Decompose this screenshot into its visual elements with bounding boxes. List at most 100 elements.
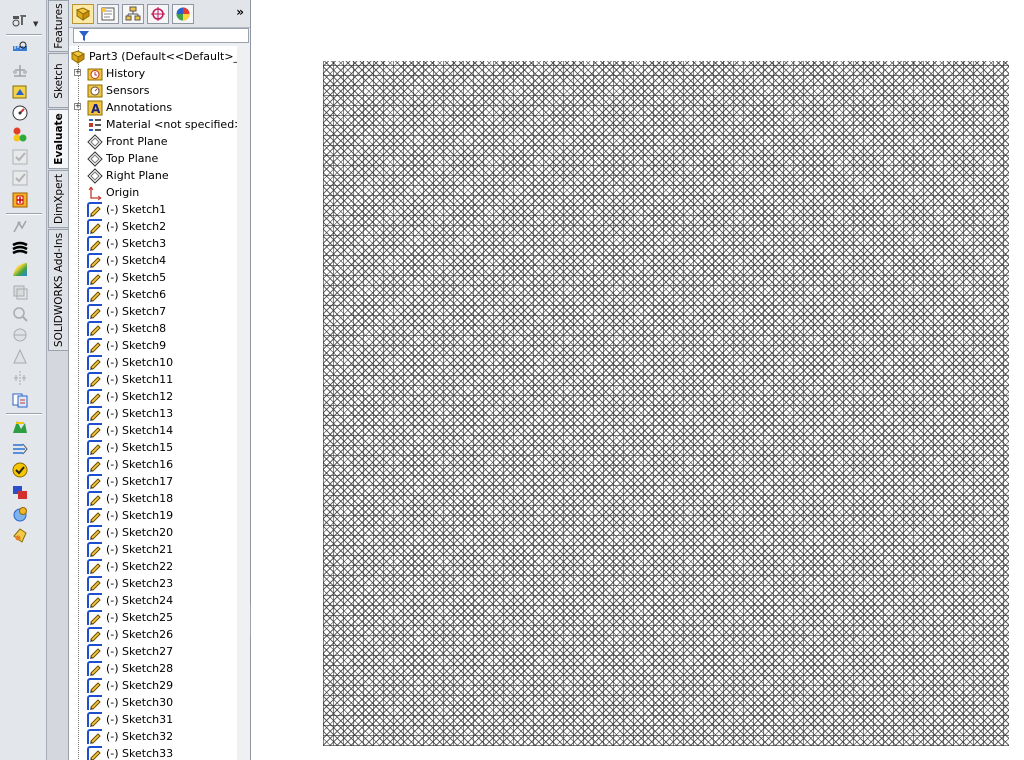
- check-icon[interactable]: [11, 169, 29, 187]
- svg-text:A: A: [91, 102, 101, 116]
- tree-item-sketch[interactable]: (-) Sketch13: [87, 405, 237, 422]
- history-icon: [87, 66, 103, 82]
- feature-manager-icon[interactable]: [72, 4, 94, 24]
- tree-item-sketch[interactable]: (-) Sketch27: [87, 643, 237, 660]
- tree-item-label: (-) Sketch9: [106, 339, 167, 352]
- tree-item-sketch[interactable]: (-) Sketch4: [87, 252, 237, 269]
- sketch-icon: [87, 660, 103, 677]
- tree-item-sketch[interactable]: (-) Sketch17: [87, 473, 237, 490]
- thickness-analysis-icon[interactable]: [11, 348, 29, 366]
- tree-item-sketch[interactable]: (-) Sketch32: [87, 728, 237, 745]
- tab-label: DimXpert: [52, 174, 65, 224]
- toolbar-separator: [6, 213, 42, 214]
- tree-item-front[interactable]: Front Plane: [87, 133, 237, 150]
- symmetry-check-icon[interactable]: [11, 369, 29, 387]
- tree-item-sketch[interactable]: (-) Sketch9: [87, 337, 237, 354]
- floxpress-icon[interactable]: [11, 440, 29, 458]
- tree-expander[interactable]: +: [74, 69, 81, 76]
- measure-icon[interactable]: [11, 40, 29, 58]
- driveworksxpress-icon[interactable]: [11, 483, 29, 501]
- graphics-area[interactable]: [251, 0, 1024, 760]
- design-checker-icon[interactable]: [11, 11, 29, 29]
- tree-item-sketch[interactable]: (-) Sketch11: [87, 371, 237, 388]
- expand-tabs-button[interactable]: »: [236, 5, 244, 19]
- tab-dimxpert[interactable]: DimXpert: [48, 170, 68, 228]
- tree-item-label: (-) Sketch20: [106, 526, 174, 539]
- tree-item-sketch[interactable]: (-) Sketch22: [87, 558, 237, 575]
- panel-tab-bar: »: [69, 0, 250, 28]
- tree-item-sketch[interactable]: (-) Sketch2: [87, 218, 237, 235]
- tree-item-sketch[interactable]: (-) Sketch20: [87, 524, 237, 541]
- zebra-stripes-icon[interactable]: [11, 240, 29, 258]
- tree-expander[interactable]: +: [74, 103, 81, 110]
- tree-item-sketch[interactable]: (-) Sketch3: [87, 235, 237, 252]
- simulation-xpress-icon[interactable]: [11, 418, 29, 436]
- tree-item-sketch[interactable]: (-) Sketch31: [87, 711, 237, 728]
- undercut-analysis-icon[interactable]: [11, 305, 29, 323]
- chevron-down-icon[interactable]: ▼: [33, 20, 38, 28]
- tree-item-sketch[interactable]: (-) Sketch18: [87, 490, 237, 507]
- tree-item-sensors[interactable]: Sensors: [87, 82, 237, 99]
- tree-item-sketch[interactable]: (-) Sketch1: [87, 201, 237, 218]
- draft-analysis-icon[interactable]: [11, 283, 29, 301]
- tree-item-sketch[interactable]: (-) Sketch6: [87, 286, 237, 303]
- tab-evaluate[interactable]: Evaluate: [48, 109, 68, 169]
- compare-documents-icon[interactable]: [11, 391, 29, 409]
- tree-item-label: (-) Sketch3: [106, 237, 167, 250]
- tree-item-sketch[interactable]: (-) Sketch30: [87, 694, 237, 711]
- filter-icon[interactable]: [78, 30, 90, 45]
- tree-item-sketch[interactable]: (-) Sketch8: [87, 320, 237, 337]
- section-properties-icon[interactable]: [11, 83, 29, 101]
- deviation-analysis-icon[interactable]: [11, 218, 29, 236]
- tree-item-top[interactable]: Top Plane: [87, 150, 237, 167]
- parting-line-icon[interactable]: [11, 326, 29, 344]
- tree-item-sketch[interactable]: (-) Sketch19: [87, 507, 237, 524]
- tree-item-sketch[interactable]: (-) Sketch33: [87, 745, 237, 760]
- configuration-manager-icon[interactable]: [122, 4, 144, 24]
- tree-item-sketch[interactable]: (-) Sketch29: [87, 677, 237, 694]
- check-icon[interactable]: [11, 148, 29, 166]
- tree-item-sketch[interactable]: (-) Sketch15: [87, 439, 237, 456]
- tree-item-label: (-) Sketch22: [106, 560, 174, 573]
- tree-item-sketch[interactable]: (-) Sketch25: [87, 609, 237, 626]
- tree-item-sketch[interactable]: (-) Sketch14: [87, 422, 237, 439]
- tree-item-label: (-) Sketch19: [106, 509, 174, 522]
- costing-icon[interactable]: [11, 505, 29, 523]
- tree-item-sketch[interactable]: (-) Sketch28: [87, 660, 237, 677]
- tree-item-sketch[interactable]: (-) Sketch10: [87, 354, 237, 371]
- dimxpert-manager-icon[interactable]: [147, 4, 169, 24]
- tree-item-sketch[interactable]: (-) Sketch5: [87, 269, 237, 286]
- tree-item-label: (-) Sketch5: [106, 271, 167, 284]
- mass-properties-icon[interactable]: [11, 62, 29, 80]
- tree-item-sketch[interactable]: (-) Sketch23: [87, 575, 237, 592]
- tree-item-label: (-) Sketch21: [106, 543, 174, 556]
- tab-sketch[interactable]: Sketch: [48, 53, 68, 108]
- statistics-icon[interactable]: [11, 126, 29, 144]
- tree-item-material[interactable]: Material <not specified>: [87, 116, 237, 133]
- property-manager-icon[interactable]: [97, 4, 119, 24]
- tree-item-sketch[interactable]: (-) Sketch21: [87, 541, 237, 558]
- tree-item-origin[interactable]: Origin: [87, 184, 237, 201]
- sketch-pattern-array[interactable]: [323, 61, 1009, 746]
- dfmxpress-icon[interactable]: [11, 461, 29, 479]
- tab-solidworks-add-ins[interactable]: SOLIDWORKS Add-Ins: [48, 229, 68, 351]
- tree-item-label: (-) Sketch29: [106, 679, 174, 692]
- tree-item-annotations[interactable]: + A Annotations: [74, 99, 237, 116]
- tree-item-right[interactable]: Right Plane: [87, 167, 237, 184]
- tree-item-sketch[interactable]: (-) Sketch24: [87, 592, 237, 609]
- tree-item-sketch[interactable]: (-) Sketch12: [87, 388, 237, 405]
- sensor-icon[interactable]: [11, 104, 29, 122]
- tree-item-sketch[interactable]: (-) Sketch16: [87, 456, 237, 473]
- tree-root-part[interactable]: Part3 (Default<<Default>_Di: [70, 48, 237, 65]
- tree-item-sketch[interactable]: (-) Sketch26: [87, 626, 237, 643]
- curvature-icon[interactable]: [11, 261, 29, 279]
- filter-input[interactable]: [73, 28, 249, 43]
- display-manager-icon[interactable]: [172, 4, 194, 24]
- sustainability-icon[interactable]: [11, 526, 29, 544]
- import-diagnostics-icon[interactable]: [11, 191, 29, 209]
- tab-label: Evaluate: [52, 113, 65, 165]
- tab-features[interactable]: Features: [48, 0, 68, 52]
- tree-item-history[interactable]: + History: [74, 65, 237, 82]
- tree-item-sketch[interactable]: (-) Sketch7: [87, 303, 237, 320]
- sketch-icon: [87, 745, 103, 760]
